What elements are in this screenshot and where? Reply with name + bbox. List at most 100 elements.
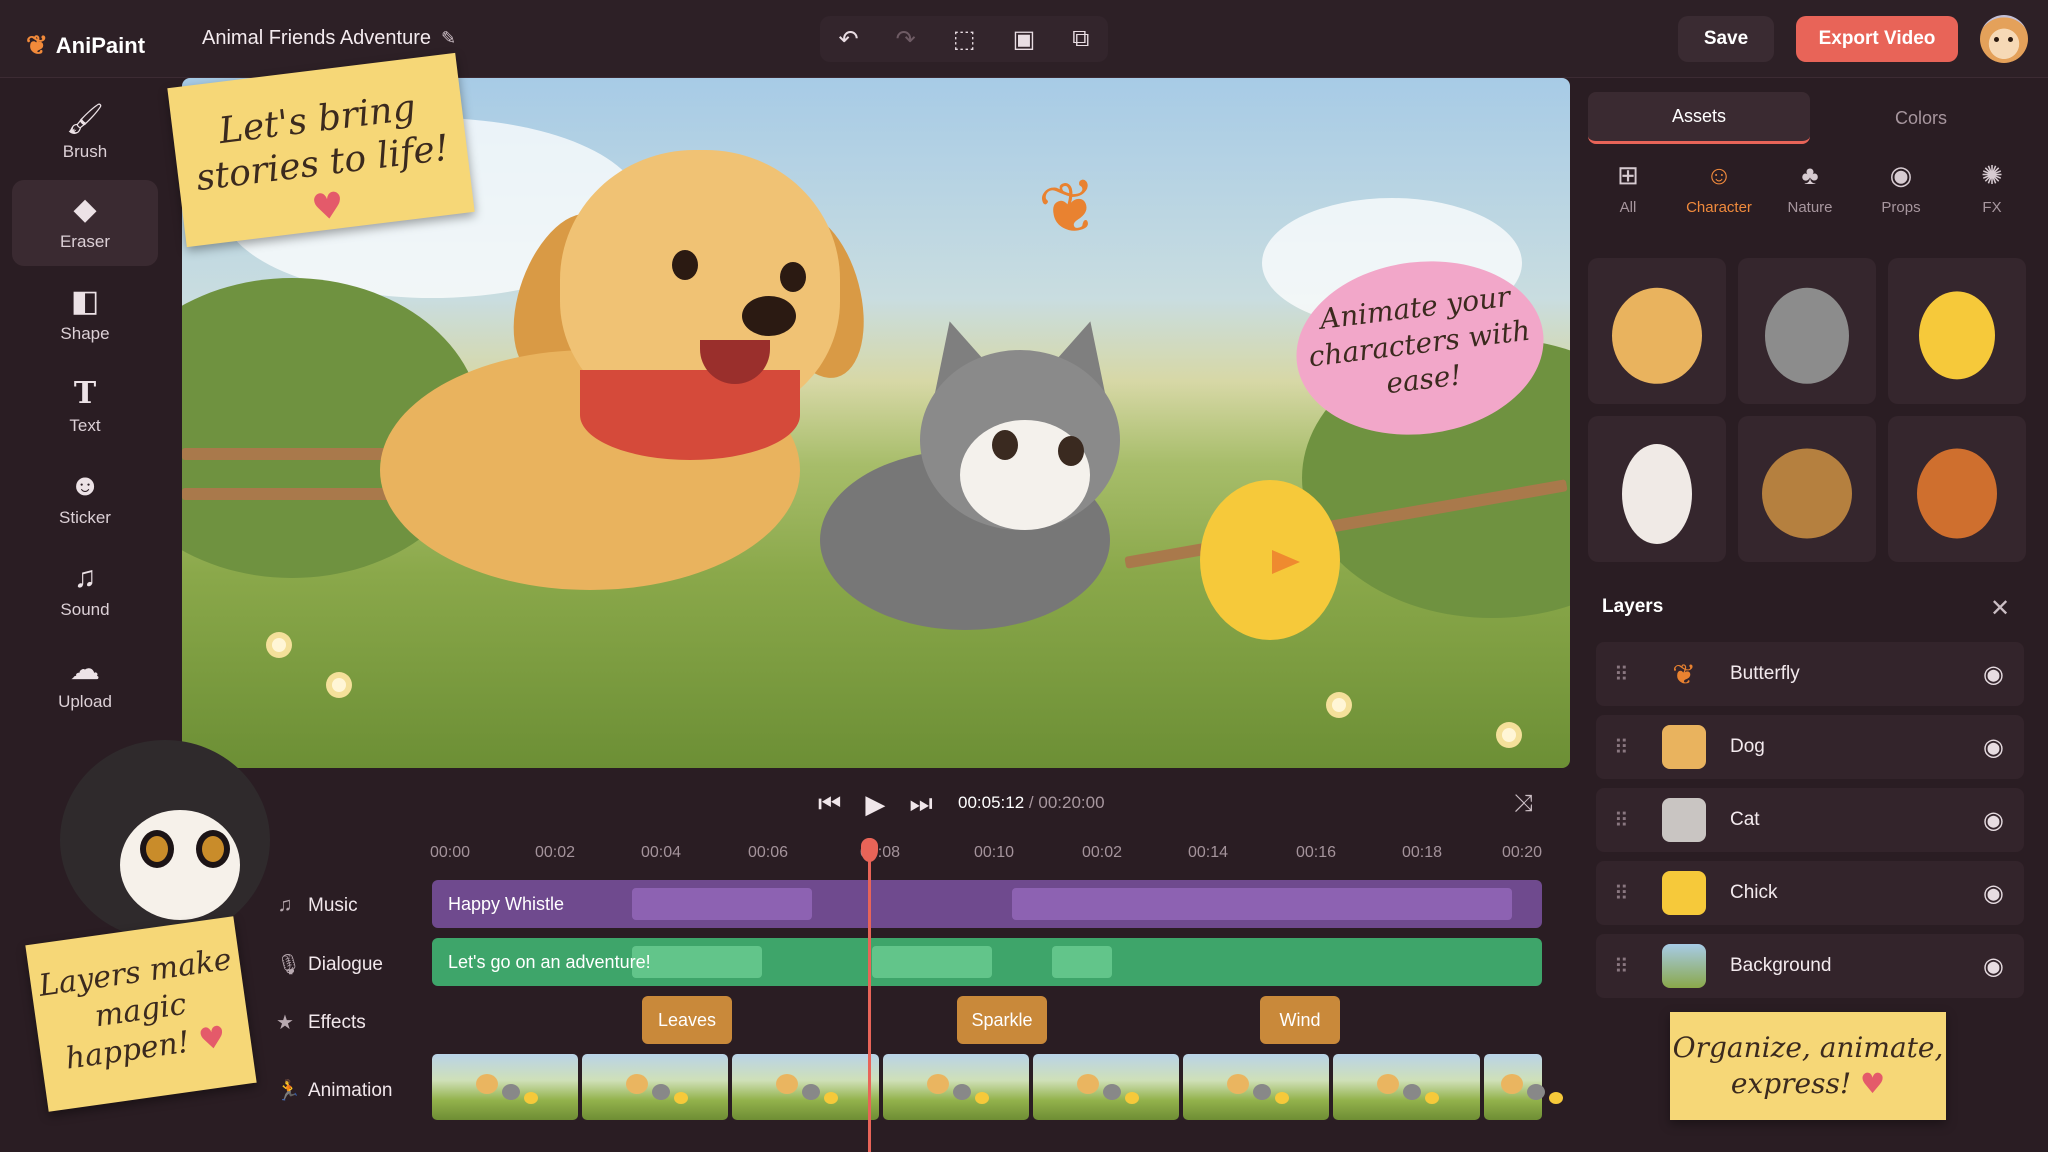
sparkle-icon: ✺ <box>1981 160 2003 190</box>
drag-handle-icon[interactable]: ⠿ <box>1614 808 1636 833</box>
frame-thumbnail[interactable] <box>882 1054 1029 1120</box>
layout-icon[interactable]: ▣ <box>1013 25 1036 54</box>
layer-name: Butterfly <box>1730 663 1800 684</box>
layer-row[interactable]: ⠿ Dog ◉ <box>1596 715 2024 779</box>
butterfly-icon: ❦ <box>1672 658 1696 690</box>
track-name: Effects <box>308 1011 366 1033</box>
upload-icon: ☁ <box>70 653 100 686</box>
frame-thumbnail[interactable] <box>1183 1054 1330 1120</box>
skip-back-icon[interactable]: ⏮ <box>818 788 841 820</box>
frame-thumbnail[interactable] <box>1333 1054 1480 1120</box>
tool-brush[interactable]: 🖌 Brush <box>12 90 158 176</box>
frame-thumbnail[interactable] <box>1483 1054 1543 1120</box>
frame-icon[interactable]: ⬚ <box>953 25 976 54</box>
dog-scarf <box>580 370 800 460</box>
skip-forward-icon[interactable]: ⏭ <box>909 788 932 820</box>
tool-label: Eraser <box>59 232 111 251</box>
asset-grid <box>1588 258 2032 562</box>
frame-thumbnail[interactable] <box>1032 1054 1180 1120</box>
drag-handle-icon[interactable]: ⠿ <box>1614 954 1636 979</box>
layer-row[interactable]: ⠿ Background ◉ <box>1596 934 2024 998</box>
music-clip[interactable]: Happy Whistle <box>432 880 1542 928</box>
clip-label: Let's go on an adventure! <box>448 951 651 972</box>
tool-eraser[interactable]: ◆ Eraser <box>12 180 158 266</box>
export-video-button[interactable]: Export Video <box>1796 16 1958 62</box>
project-title[interactable]: Animal Friends Adventure ✎ <box>202 27 456 50</box>
time-ruler[interactable]: 00:00 00:02 00:04 00:06 00:08 00:10 00:0… <box>430 844 1546 868</box>
tool-label: Sticker <box>59 508 111 527</box>
loop-icon[interactable]: ⤨ <box>1514 790 1533 818</box>
category-label: FX <box>1982 199 2002 216</box>
tab-assets[interactable]: Assets <box>1588 92 1810 144</box>
flower <box>272 638 286 652</box>
drag-handle-icon[interactable]: ⠿ <box>1614 662 1636 687</box>
history-toolbar: ↶ ↷ ⬚ ▣ ⧉ <box>820 16 1108 62</box>
sticky-note-organize: Organize, animate, express! ♥ <box>1670 1012 1946 1120</box>
close-icon[interactable]: ✕ <box>1990 594 2010 623</box>
tool-shape[interactable]: ◧ Shape <box>12 272 158 358</box>
layer-row[interactable]: ⠿ ❦ Butterfly ◉ <box>1596 642 2024 706</box>
playhead[interactable] <box>861 838 878 1152</box>
drag-handle-icon[interactable]: ⠿ <box>1614 881 1636 906</box>
layer-row[interactable]: ⠿ Chick ◉ <box>1596 861 2024 925</box>
tool-sticker[interactable]: ☻ Sticker <box>12 456 158 542</box>
heart-icon: ♥ <box>1860 1067 1886 1100</box>
asset-hedgehog[interactable] <box>1738 416 1876 562</box>
asset-dog[interactable] <box>1588 258 1726 404</box>
export-frame-icon[interactable]: ⧉ <box>1072 25 1089 53</box>
note-text: Organize, animate, express! <box>1672 1031 1944 1100</box>
eye-icon[interactable]: ◉ <box>1983 952 2004 981</box>
app-logo[interactable]: ❦ AniPaint <box>26 30 145 61</box>
tool-label: Brush <box>62 142 108 161</box>
layer-row[interactable]: ⠿ Cat ◉ <box>1596 788 2024 852</box>
pencil-icon[interactable]: ✎ <box>441 28 456 49</box>
chick-character[interactable] <box>1200 480 1340 640</box>
frame-thumbnail[interactable] <box>432 1054 579 1120</box>
avatar[interactable] <box>1980 15 2028 63</box>
tool-upload[interactable]: ☁ Upload <box>12 640 158 726</box>
category-all[interactable]: ⊞ All <box>1588 160 1668 236</box>
category-fx[interactable]: ✺ FX <box>1952 160 2032 236</box>
effect-clip-sparkle[interactable]: Sparkle <box>957 996 1047 1044</box>
effect-clip-wind[interactable]: Wind <box>1260 996 1340 1044</box>
frame-thumbnail[interactable] <box>732 1054 879 1120</box>
eye-icon[interactable]: ◉ <box>1983 660 2004 689</box>
layer-name: Background <box>1730 955 1832 976</box>
play-icon[interactable]: ▶ <box>865 789 885 820</box>
ruler-tick: 00:00 <box>429 844 471 861</box>
ruler-tick: 00:16 <box>1295 844 1337 861</box>
waveform <box>1012 888 1512 920</box>
undo-icon[interactable]: ↶ <box>839 25 859 54</box>
playback-time: 00:05:12 / 00:20:00 <box>958 793 1105 813</box>
tab-colors[interactable]: Colors <box>1810 92 2032 144</box>
tool-text[interactable]: T Text <box>12 364 158 450</box>
sticker-icon: ☻ <box>69 469 101 502</box>
animation-frames <box>432 1054 1543 1120</box>
flower <box>1502 728 1516 742</box>
asset-chick[interactable] <box>1888 258 2026 404</box>
props-icon: ◉ <box>1889 160 1913 190</box>
frame-thumbnail[interactable] <box>582 1054 729 1120</box>
drag-handle-icon[interactable]: ⠿ <box>1614 735 1636 760</box>
effect-clip-leaves[interactable]: Leaves <box>642 996 732 1044</box>
dialogue-clip[interactable]: Let's go on an adventure! <box>432 938 1542 986</box>
tool-label: Shape <box>60 324 110 343</box>
category-props[interactable]: ◉ Props <box>1861 160 1941 236</box>
category-nature[interactable]: ♣ Nature <box>1770 160 1850 236</box>
heart-icon: ♥ <box>309 184 347 230</box>
dog-eye <box>672 250 698 280</box>
layers-title: Layers <box>1602 596 1664 617</box>
tool-sound[interactable]: ♫ Sound <box>12 548 158 634</box>
asset-bunny[interactable] <box>1588 416 1726 562</box>
save-button[interactable]: Save <box>1678 16 1774 62</box>
waveform <box>632 946 762 978</box>
redo-icon[interactable]: ↷ <box>896 25 916 54</box>
waveform <box>632 888 812 920</box>
asset-cat[interactable] <box>1738 258 1876 404</box>
eye-icon[interactable]: ◉ <box>1983 806 2004 835</box>
eye-icon[interactable]: ◉ <box>1983 733 2004 762</box>
top-bar: ❦ AniPaint Animal Friends Adventure ✎ ↶ … <box>0 0 2048 78</box>
category-character[interactable]: ☺ Character <box>1679 160 1759 236</box>
asset-squirrel[interactable] <box>1888 416 2026 562</box>
eye-icon[interactable]: ◉ <box>1983 879 2004 908</box>
